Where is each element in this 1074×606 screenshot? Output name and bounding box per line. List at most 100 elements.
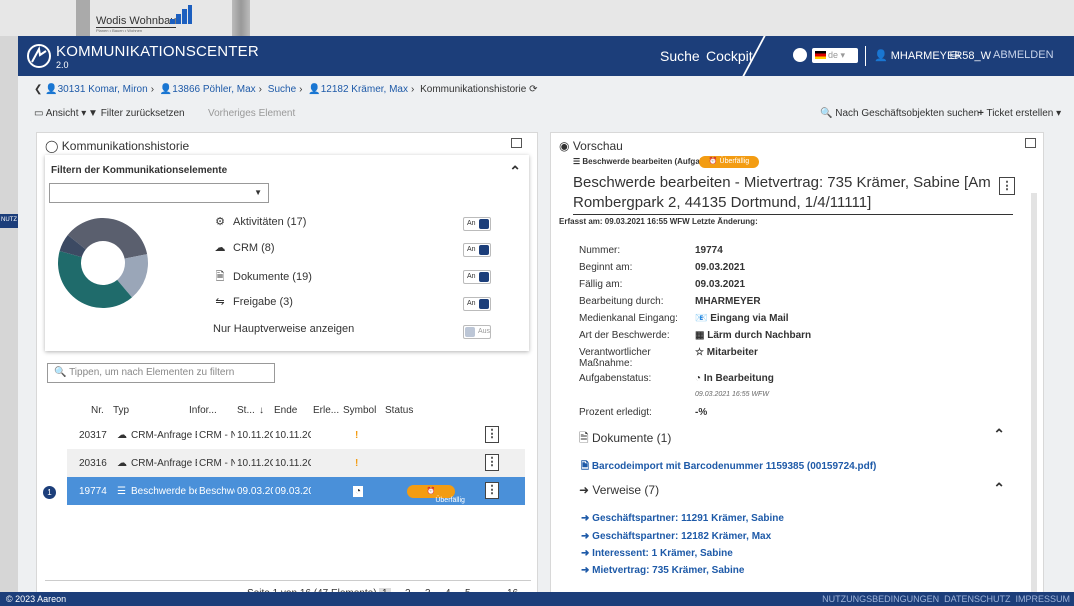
maximize-icon[interactable] (1025, 138, 1036, 148)
cell-nr: 20316 (79, 458, 107, 469)
field-label: Verantwortlicher Maßnahme: (579, 347, 651, 369)
field-value: ☆ Mitarbeiter (695, 347, 758, 358)
filter-select[interactable]: ▼ (49, 183, 269, 203)
breadcrumb-item[interactable]: 13866 Pöhler, Max (172, 84, 255, 95)
breadcrumb: ❮ 👤30131 Komar, Miron › 👤13866 Pöhler, Ma… (34, 84, 538, 95)
gear-icon: ⚙ (215, 216, 225, 228)
collapse-icon[interactable]: ⌃ (993, 480, 1005, 497)
topbar-separator (865, 46, 866, 66)
maximize-icon[interactable] (511, 138, 522, 148)
field-label: Bearbeitung durch: (579, 296, 664, 307)
create-ticket-label: Ticket erstellen (986, 108, 1054, 119)
reset-filter-button[interactable]: ▼ Filter zurücksetzen (88, 108, 185, 119)
overdue-badge: ⏰ Überfällig (699, 156, 759, 168)
back-icon[interactable]: ❮ (34, 84, 42, 95)
col-header[interactable]: Typ (113, 405, 129, 416)
view-menu[interactable]: ▭ Ansicht ▾ (34, 108, 86, 119)
col-header[interactable]: Symbol (343, 405, 376, 416)
row-menu-button[interactable]: ⋮ (485, 482, 499, 499)
document-icon: 🗎 (215, 271, 225, 283)
footer-link[interactable]: NUTZUNGSBEDINGUNGEN (822, 594, 939, 604)
table-row[interactable]: 20317 ☁ CRM-Anfrage E CRM - N 10.11.2C 1… (67, 421, 525, 449)
col-header[interactable]: Infor... (189, 405, 217, 416)
filter-item-documents: 🗎 Dokumente (19) (213, 268, 312, 287)
nav-cockpit[interactable]: Cockpit (706, 48, 753, 64)
filter-card: Filtern der Kommunikationselemente ⌃ ▼ ⚙… (45, 155, 529, 351)
document-link[interactable]: 🗎 Barcodeimport mit Barcodenummer 115938… (581, 459, 876, 476)
references-title: Verweise (7) (592, 483, 660, 497)
collapse-icon[interactable]: ⌃ (993, 426, 1005, 443)
field-value: 📧 Eingang via Mail (695, 313, 789, 324)
reference-link[interactable]: ➜ Mietvertrag: 735 Krämer, Sabine (581, 565, 744, 576)
language-value: de (828, 50, 839, 60)
filter-label: CRM (8) (233, 242, 275, 254)
refresh-icon[interactable]: ⟳ (529, 84, 537, 95)
references-section-header[interactable]: ➜ Verweise (7) ⌃ (579, 480, 1013, 497)
create-ticket-button[interactable]: + Ticket erstellen ▾ (978, 108, 1061, 119)
reference-text: Geschäftspartner: 12182 Krämer, Max (592, 531, 772, 542)
toggle-crm[interactable]: An (463, 243, 491, 257)
row-menu-button[interactable]: ⋮ (485, 454, 499, 471)
table-row-selected[interactable]: 19774 ☰ Beschwerde be Beschwe 09.03.20 0… (67, 477, 525, 505)
app-window: KOMMUNIKATIONSCENTER 2.0 Suche Cockpit d… (18, 36, 1074, 606)
nav-suche[interactable]: Suche (660, 48, 700, 64)
field-value: 09.03.2021 (695, 262, 746, 273)
reference-link[interactable]: ➜ Interessent: 1 Krämer, Sabine (581, 548, 733, 559)
toggle-activities[interactable]: An (463, 217, 491, 231)
cell-ende: 09.03.20 (275, 486, 311, 497)
row-menu-button[interactable]: ⋮ (485, 426, 499, 443)
footer-link[interactable]: DATENSCHUTZ (944, 594, 1010, 604)
field-value: MHARMEYER (695, 296, 761, 307)
preview-menu-button[interactable]: ⋮ (999, 177, 1015, 195)
sort-down-icon[interactable]: ↓ (259, 405, 264, 416)
reference-link[interactable]: ➜ Geschäftspartner: 12182 Krämer, Max (581, 531, 771, 542)
breadcrumb-item[interactable]: Suche (268, 84, 296, 95)
col-header[interactable]: Nr. (91, 405, 104, 416)
cell-start: 10.11.2C (237, 430, 273, 441)
reference-link[interactable]: ➜ Geschäftspartner: 11291 Krämer, Sabine (581, 513, 784, 524)
donut-chart (57, 218, 148, 308)
search-objects-button[interactable]: 🔍 Nach Geschäftsobjekten suchen (820, 108, 979, 119)
breadcrumb-item[interactable]: 30131 Komar, Miron (58, 84, 148, 95)
col-header[interactable]: Erle... (313, 405, 339, 416)
preview-heading: Beschwerde bearbeiten - Mietvertrag: 735… (573, 174, 991, 211)
overdue-text: Überfällig (719, 158, 750, 165)
table-row[interactable]: 20316 ☁ CRM-Anfrage E CRM - N 10.11.2C 1… (67, 449, 525, 477)
logout-link[interactable]: ABMELDEN (993, 49, 1054, 61)
filter-item-crm: ☁ CRM (8) (213, 241, 275, 254)
toggle-main-refs[interactable]: Aus (463, 325, 491, 339)
history-title-text: Kommunikationshistorie (61, 139, 190, 153)
documents-section-header[interactable]: 🗎 Dokumente (1) ⌃ (579, 426, 1013, 450)
settings-icon[interactable] (793, 48, 807, 62)
logo-sub: Planen • Bauen • Wohnen (96, 28, 143, 33)
logo-name: Wodis Wohnbau (96, 15, 177, 28)
field-value: ▦ Lärm durch Nachbarn (695, 330, 812, 341)
top-navbar: KOMMUNIKATIONSCENTER 2.0 Suche Cockpit d… (18, 36, 1074, 76)
cell-nr: 20317 (79, 430, 107, 441)
element-search-input[interactable]: 🔍 Tippen, um nach Elementen zu filtern (47, 363, 275, 383)
toggle-documents[interactable]: An (463, 270, 491, 284)
cell-nr: 19774 (79, 486, 107, 497)
col-header[interactable]: Ende (274, 405, 297, 416)
collapse-icon[interactable]: ⌃ (509, 163, 521, 180)
field-value-text: Mitarbeiter (706, 347, 758, 358)
language-select[interactable]: de ▾ (812, 48, 858, 63)
breadcrumb-item[interactable]: 12182 Krämer, Max (321, 84, 408, 95)
wodis-logo: Wodis Wohnbau Planen • Bauen • Wohnen (96, 3, 192, 33)
scrollbar[interactable] (1031, 193, 1037, 593)
col-header[interactable]: St... (237, 405, 255, 416)
field-label: Art der Beschwerde: (579, 330, 670, 341)
database-name: ⛁ 58_W (950, 50, 992, 62)
warning-icon: ! (355, 458, 359, 469)
toggle-share[interactable]: An (463, 297, 491, 311)
copyright: © 2023 Aareon (6, 594, 67, 604)
reference-text: Geschäftspartner: 11291 Krämer, Sabine (592, 513, 784, 524)
cell-info: Beschwe (199, 486, 235, 497)
toggle-label: An (467, 246, 476, 253)
footer-link[interactable]: IMPRESSUM (1015, 594, 1070, 604)
app-title: KOMMUNIKATIONSCENTER (56, 43, 259, 60)
filter-item-share: ⇋ Freigabe (3) (213, 295, 293, 308)
col-header[interactable]: Status (385, 405, 413, 416)
chevron-down-icon: ▼ (254, 188, 262, 197)
previous-element-button[interactable]: Vorheriges Element (208, 108, 295, 119)
